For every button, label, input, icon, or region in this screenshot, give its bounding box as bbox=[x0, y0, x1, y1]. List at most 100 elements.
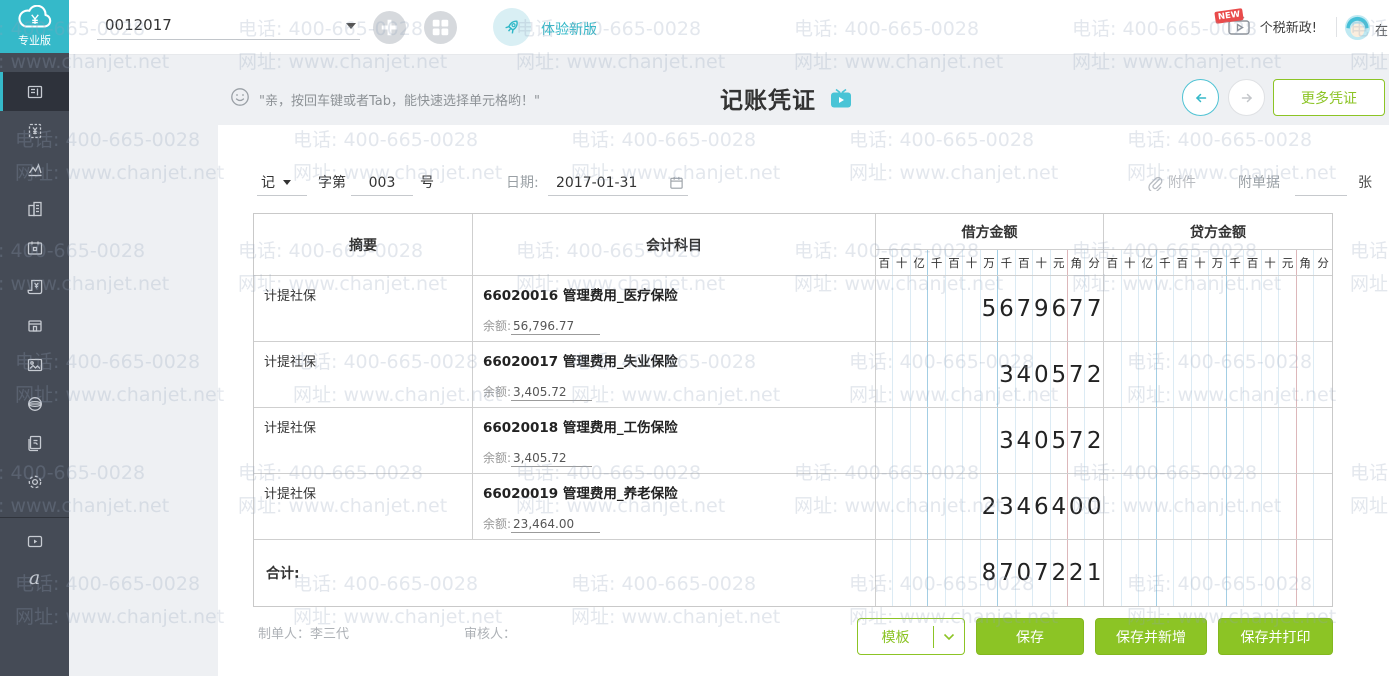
digit-cell[interactable] bbox=[1139, 540, 1157, 606]
digit-cell[interactable]: 6 bbox=[1051, 276, 1068, 341]
next-voucher-button[interactable] bbox=[1228, 79, 1265, 116]
digit-cell[interactable] bbox=[1122, 342, 1140, 407]
digit-cell[interactable]: 9 bbox=[1033, 276, 1051, 341]
account-code-input[interactable]: 0012017 bbox=[97, 12, 360, 40]
digit-cell[interactable] bbox=[893, 474, 911, 539]
digit-cell[interactable] bbox=[1244, 276, 1262, 341]
digit-cell[interactable] bbox=[1227, 408, 1245, 473]
digit-cell[interactable] bbox=[928, 276, 946, 341]
digit-cell[interactable] bbox=[911, 342, 929, 407]
digit-cell[interactable] bbox=[1104, 276, 1122, 341]
digit-cell[interactable]: 4 bbox=[1016, 342, 1034, 407]
digit-cell[interactable] bbox=[893, 276, 911, 341]
sidebar-item-chanjet[interactable]: a bbox=[0, 559, 69, 596]
digit-cell[interactable]: 7 bbox=[1068, 342, 1086, 407]
account-cell[interactable]: 66020018 管理费用_工伤保险 余额: 3,405.72 bbox=[473, 408, 876, 473]
digit-cell[interactable]: 4 bbox=[1016, 474, 1034, 539]
digit-cell[interactable] bbox=[876, 474, 894, 539]
sidebar-item-voucher[interactable] bbox=[0, 72, 69, 111]
digit-cell[interactable] bbox=[928, 474, 946, 539]
digit-cell[interactable] bbox=[1209, 342, 1227, 407]
digit-cell[interactable] bbox=[963, 474, 981, 539]
summary-cell[interactable]: 计提社保 bbox=[254, 408, 473, 473]
more-vouchers-button[interactable]: 更多凭证 bbox=[1273, 79, 1385, 116]
digit-cell[interactable] bbox=[946, 474, 964, 539]
debit-amount-cell[interactable]: 2346400 bbox=[876, 474, 1104, 539]
digit-cell[interactable] bbox=[911, 540, 929, 606]
digit-cell[interactable] bbox=[1314, 276, 1332, 341]
template-button[interactable]: 模板 bbox=[857, 618, 965, 655]
digit-cell[interactable] bbox=[876, 276, 894, 341]
digit-cell[interactable] bbox=[1279, 276, 1297, 341]
digit-cell[interactable] bbox=[1122, 540, 1140, 606]
digit-cell[interactable] bbox=[1139, 276, 1157, 341]
digit-cell[interactable] bbox=[893, 540, 911, 606]
digit-cell[interactable] bbox=[1227, 540, 1245, 606]
digit-cell[interactable] bbox=[1157, 408, 1175, 473]
digit-cell[interactable] bbox=[1104, 540, 1122, 606]
digit-cell[interactable] bbox=[1157, 474, 1175, 539]
attach-doc-count-input[interactable] bbox=[1295, 170, 1347, 196]
digit-cell[interactable] bbox=[911, 408, 929, 473]
digit-cell[interactable] bbox=[928, 408, 946, 473]
digit-cell[interactable]: 0 bbox=[1085, 474, 1102, 539]
digit-cell[interactable] bbox=[1244, 408, 1262, 473]
digit-cell[interactable]: 2 bbox=[1085, 408, 1102, 473]
digit-cell[interactable]: 4 bbox=[1051, 474, 1068, 539]
sidebar-item-settings[interactable] bbox=[0, 462, 69, 501]
digit-cell[interactable]: 1 bbox=[1085, 540, 1102, 606]
digit-cell[interactable]: 0 bbox=[1033, 342, 1051, 407]
digit-cell[interactable] bbox=[876, 540, 894, 606]
summary-cell[interactable]: 计提社保 bbox=[254, 276, 473, 341]
digit-cell[interactable]: 6 bbox=[998, 276, 1016, 341]
digit-cell[interactable] bbox=[1209, 540, 1227, 606]
digit-cell[interactable] bbox=[1192, 342, 1210, 407]
digit-cell[interactable] bbox=[1262, 540, 1280, 606]
digit-cell[interactable] bbox=[981, 408, 999, 473]
voucher-word-select[interactable]: 记 bbox=[257, 170, 307, 196]
chevron-down-icon[interactable] bbox=[346, 23, 356, 29]
digit-cell[interactable] bbox=[1227, 474, 1245, 539]
attachment-label[interactable]: 附件 bbox=[1168, 170, 1196, 196]
title-video-icon[interactable] bbox=[830, 88, 852, 109]
digit-cell[interactable] bbox=[963, 408, 981, 473]
digit-cell[interactable] bbox=[1279, 540, 1297, 606]
sidebar-item-invoice[interactable] bbox=[0, 267, 69, 306]
debit-amount-cell[interactable]: 340572 bbox=[876, 408, 1104, 473]
digit-cell[interactable]: 7 bbox=[1085, 276, 1102, 341]
digit-cell[interactable] bbox=[1122, 474, 1140, 539]
digit-cell[interactable] bbox=[1314, 474, 1332, 539]
sidebar-item-tutorial[interactable] bbox=[0, 522, 69, 559]
digit-cell[interactable] bbox=[1279, 474, 1297, 539]
digit-cell[interactable] bbox=[1209, 276, 1227, 341]
digit-cell[interactable] bbox=[963, 540, 981, 606]
credit-amount-cell[interactable] bbox=[1104, 342, 1332, 407]
digit-cell[interactable] bbox=[1297, 276, 1315, 341]
digit-cell[interactable] bbox=[1192, 540, 1210, 606]
debit-amount-cell[interactable]: 5679677 bbox=[876, 276, 1104, 341]
digit-cell[interactable] bbox=[1139, 408, 1157, 473]
digit-cell[interactable] bbox=[946, 540, 964, 606]
digit-cell[interactable]: 8 bbox=[981, 540, 999, 606]
digit-cell[interactable]: 7 bbox=[1068, 408, 1086, 473]
digit-cell[interactable] bbox=[1244, 474, 1262, 539]
digit-cell[interactable] bbox=[1297, 540, 1315, 606]
digit-cell[interactable]: 5 bbox=[1051, 408, 1068, 473]
sidebar-item-tax[interactable] bbox=[0, 306, 69, 345]
digit-cell[interactable] bbox=[928, 342, 946, 407]
sidebar-item-online[interactable] bbox=[0, 384, 69, 423]
credit-amount-cell[interactable] bbox=[1104, 276, 1332, 341]
date-input[interactable]: 2017-01-31 bbox=[548, 170, 688, 196]
digit-cell[interactable]: 0 bbox=[1016, 540, 1034, 606]
digit-cell[interactable]: 3 bbox=[998, 474, 1016, 539]
digit-cell[interactable] bbox=[1314, 540, 1332, 606]
digit-cell[interactable] bbox=[876, 408, 894, 473]
save-and-print-button[interactable]: 保存并打印 bbox=[1218, 618, 1333, 655]
digit-cell[interactable] bbox=[1227, 276, 1245, 341]
digit-cell[interactable] bbox=[911, 474, 929, 539]
debit-amount-cell[interactable]: 340572 bbox=[876, 342, 1104, 407]
digit-cell[interactable] bbox=[1104, 408, 1122, 473]
digit-cell[interactable] bbox=[1157, 276, 1175, 341]
digit-cell[interactable] bbox=[1174, 342, 1192, 407]
sidebar-item-cash[interactable] bbox=[0, 111, 69, 150]
